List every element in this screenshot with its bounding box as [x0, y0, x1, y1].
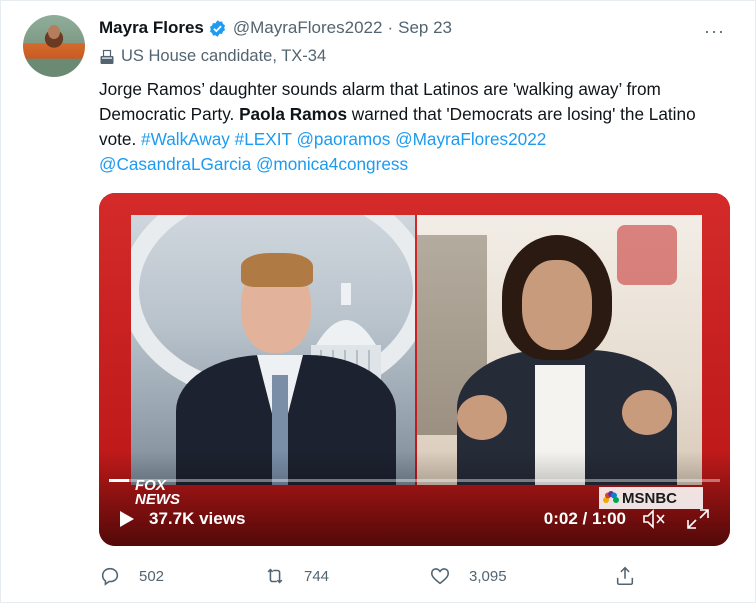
reply-count: 502 — [139, 567, 165, 585]
retweet-button[interactable]: 744 — [264, 565, 429, 587]
ballot-box-icon — [100, 49, 114, 64]
guest-face — [522, 260, 592, 350]
hashtag-walkaway[interactable]: #WalkAway — [141, 129, 230, 149]
reply-button[interactable]: 502 — [99, 565, 264, 587]
tweet-card[interactable]: Mayra Flores @MayraFlores2022 · Sep 23 ·… — [0, 0, 756, 603]
more-options-button[interactable]: ··· — [704, 21, 725, 42]
tweet-bold-name: Paola Ramos — [239, 104, 348, 124]
like-count: 3,095 — [469, 567, 507, 585]
reply-icon — [101, 567, 119, 586]
play-icon[interactable] — [119, 510, 135, 528]
video-left-panel — [131, 215, 415, 485]
fullscreen-icon[interactable] — [686, 508, 710, 530]
video-time: 0:02 / 1:00 — [543, 509, 626, 528]
mention-casandralgarcia[interactable]: @CasandraLGarcia — [99, 154, 251, 174]
tweet-text: Jorge Ramos’ daughter sounds alarm that … — [99, 77, 719, 177]
avatar[interactable] — [23, 15, 85, 77]
mention-paoramos[interactable]: @paoramos — [296, 129, 390, 149]
tweet-actions: 502 744 3,095 — [99, 563, 659, 589]
verified-badge-icon — [209, 19, 225, 37]
video-controls: 37.7K views 0:02 / 1:00 — [119, 505, 710, 533]
video-right-panel — [417, 215, 702, 485]
heart-icon — [430, 568, 450, 585]
guest-right-hand — [622, 390, 672, 435]
video-progress-fill — [109, 479, 130, 482]
retweet-count: 744 — [304, 567, 330, 585]
avatar-face — [48, 25, 60, 39]
background-red-accent — [617, 225, 677, 285]
author-handle[interactable]: @MayraFlores2022 — [233, 18, 383, 38]
author-name[interactable]: Mayra Flores — [99, 18, 204, 38]
anchor-hair — [241, 253, 313, 287]
muted-volume-icon[interactable] — [642, 508, 666, 530]
author-label: US House candidate, TX-34 — [99, 47, 326, 66]
mention-monica4congress[interactable]: @monica4congress — [256, 154, 408, 174]
like-button[interactable]: 3,095 — [429, 565, 614, 587]
tweet-date[interactable]: Sep 23 — [398, 18, 452, 38]
retweet-icon — [267, 568, 283, 584]
tweet-header: Mayra Flores @MayraFlores2022 · Sep 23 — [99, 18, 452, 38]
peacock-icon — [603, 491, 619, 503]
mention-mayraflores2022[interactable]: @MayraFlores2022 — [395, 129, 546, 149]
share-button[interactable] — [614, 565, 654, 587]
video-player[interactable]: FOX NEWS MSNBC 37.7K views 0:02 / 1:00 — [99, 193, 730, 546]
msnbc-logo-text: MSNBC — [622, 489, 677, 507]
separator-dot: · — [387, 18, 394, 37]
video-progress-bar[interactable] — [109, 479, 720, 482]
author-label-text: US House candidate, TX-34 — [121, 47, 327, 65]
share-icon — [616, 566, 634, 586]
hashtag-lexit[interactable]: #LEXIT — [235, 129, 292, 149]
guest-left-hand — [457, 395, 507, 440]
view-count: 37.7K views — [149, 509, 246, 528]
